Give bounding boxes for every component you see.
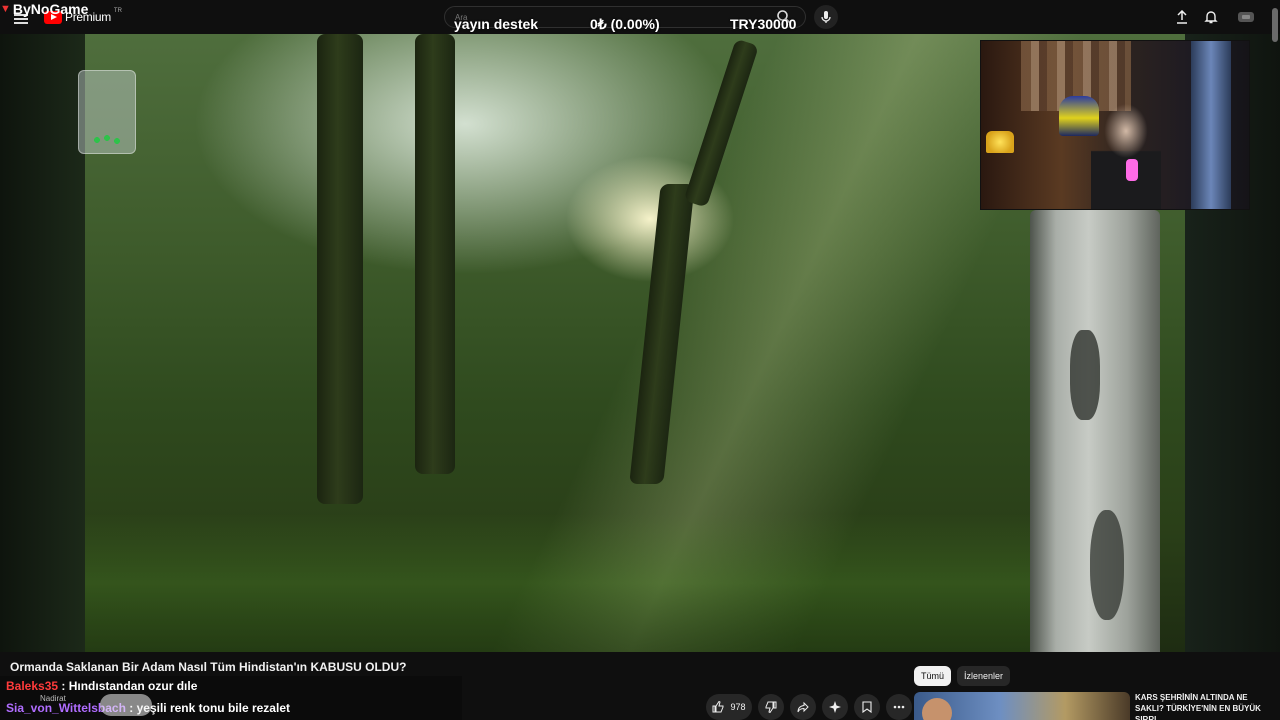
- related-filter-chips: Tümü İzlenenler: [914, 666, 1011, 686]
- logo-country-code: TR: [113, 8, 122, 14]
- webcam-streamer: [1091, 101, 1161, 209]
- brand-icon: ▼: [0, 3, 11, 15]
- tree-trunk: [415, 34, 455, 474]
- webcam-lamp: [986, 131, 1014, 153]
- upload-icon[interactable]: [1174, 9, 1190, 25]
- tree-trunk: [683, 38, 759, 208]
- overlay-brand: ▼ ByNoGame: [0, 1, 88, 17]
- like-button[interactable]: 978: [706, 694, 752, 720]
- share-button[interactable]: [790, 694, 816, 720]
- microphone-icon: [821, 11, 831, 23]
- birch-trunk: [1030, 210, 1160, 652]
- tree-trunk: [629, 184, 695, 484]
- video-title: Ormanda Saklanan Bir Adam Nasıl Tüm Hind…: [10, 660, 407, 674]
- chip-all[interactable]: Tümü: [914, 666, 952, 686]
- recommended-video-thumbnail[interactable]: [914, 692, 1130, 720]
- donation-goal: TRY30000: [730, 16, 797, 32]
- donation-progress: 0₺ (0.00%): [590, 16, 660, 32]
- video-actions: 978: [706, 694, 912, 720]
- dislike-button[interactable]: [758, 694, 784, 720]
- ask-ai-button[interactable]: [822, 694, 848, 720]
- notifications-bell-icon[interactable]: [1203, 9, 1219, 25]
- video-left-edge: [0, 34, 85, 652]
- subscribe-button[interactable]: [100, 694, 152, 716]
- more-options-button[interactable]: [886, 694, 912, 720]
- chat-text: : Hındıstandan ozur dıle: [58, 679, 198, 693]
- webcam-curtain: [1191, 41, 1231, 209]
- donation-label: yayın destek: [454, 16, 539, 32]
- chat-username: Baleks35: [6, 679, 59, 693]
- donation-goal-bar: yayın destek 0₺ (0.00%) TRY30000: [450, 16, 800, 34]
- recommended-video-title[interactable]: KARS ŞEHRİNİN ALTINDA NE SAKLI? TÜRKİYE'…: [1135, 692, 1275, 720]
- chat-overlay: Baleks35 : Hındıstandan ozur dıle Sia_vo…: [0, 676, 462, 720]
- tree-trunk: [317, 34, 363, 504]
- thumbs-down-icon: [765, 701, 777, 713]
- like-count: 978: [730, 702, 746, 712]
- thumbs-up-icon: [712, 701, 724, 713]
- grass-foreground: [85, 514, 1035, 652]
- sparkle-icon: [829, 701, 841, 713]
- video-player[interactable]: [0, 34, 1280, 652]
- widget-dots: [91, 133, 127, 147]
- more-dots-icon: [893, 705, 905, 709]
- share-icon: [797, 701, 809, 713]
- bookmark-icon: [862, 701, 872, 713]
- webcam-overlay: [980, 40, 1250, 210]
- save-button[interactable]: [854, 694, 880, 720]
- chat-message: Baleks35 : Hındıstandan ozur dıle: [6, 679, 197, 693]
- microphone-button[interactable]: [814, 5, 838, 29]
- webcam-microphone: [1126, 159, 1138, 181]
- channel-name[interactable]: Nadirat: [40, 694, 66, 703]
- account-avatar-icon[interactable]: [1236, 9, 1256, 25]
- chip-watched[interactable]: İzlenenler: [957, 666, 1011, 686]
- stream-widget-glass: [78, 70, 136, 154]
- page-scrollbar[interactable]: [1272, 8, 1278, 42]
- overlay-brand-text: ByNoGame: [12, 1, 89, 17]
